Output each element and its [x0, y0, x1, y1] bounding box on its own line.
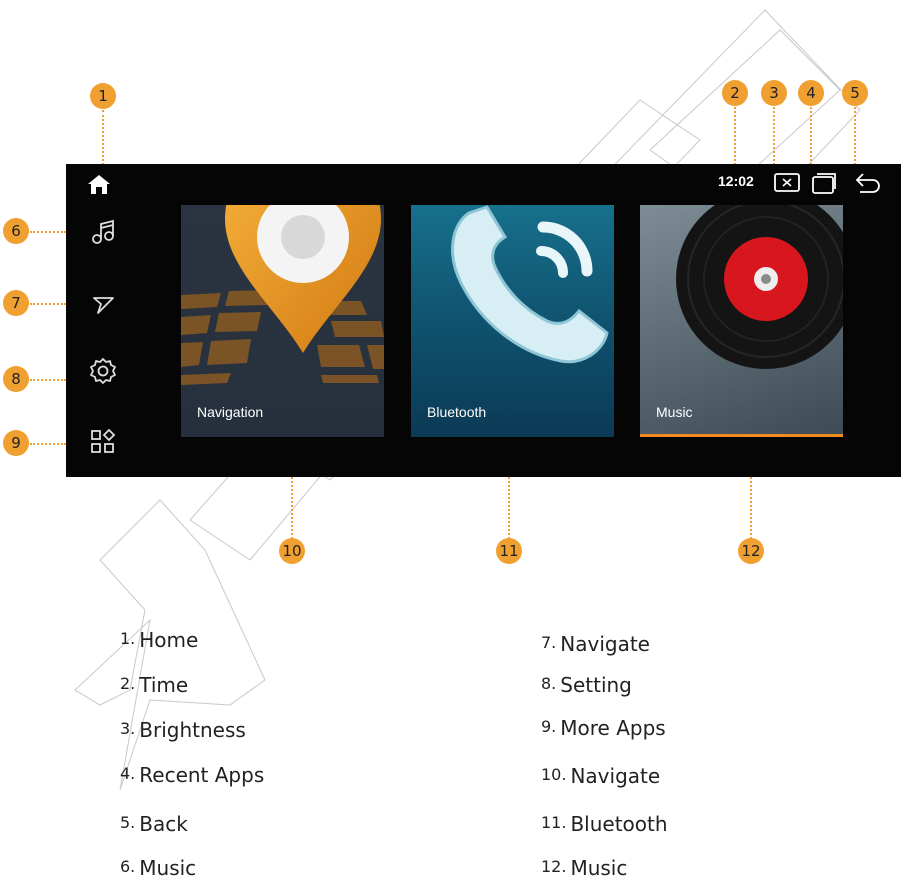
- legend-item-2: 2. Time: [120, 673, 189, 697]
- callout-line-5: [854, 107, 856, 165]
- music-card[interactable]: Music: [640, 205, 843, 437]
- back-button[interactable]: [854, 171, 882, 199]
- callout-line-6: [30, 231, 66, 233]
- legend-item-12: 12. Music: [541, 856, 628, 880]
- gear-icon: [90, 358, 116, 384]
- callout-line-12: [750, 477, 752, 539]
- legend-item-3: 3. Brightness: [120, 718, 246, 742]
- brightness-icon: [774, 173, 800, 192]
- callout-badge-6: 6: [3, 218, 29, 244]
- callout-badge-10: 10: [279, 538, 305, 564]
- callout-line-9: [30, 443, 66, 445]
- callout-line-3: [773, 107, 775, 165]
- back-arrow-icon: [855, 173, 880, 193]
- legend-item-6: 6. Music: [120, 856, 197, 880]
- legend-item-1: 1. Home: [120, 628, 199, 652]
- legend-item-9: 9. More Apps: [541, 716, 666, 740]
- callout-badge-5: 5: [842, 80, 868, 106]
- vinyl-record-illustration: [676, 205, 843, 369]
- navigation-card[interactable]: Navigation: [181, 205, 384, 437]
- more-apps-button[interactable]: [88, 427, 118, 457]
- callout-badge-3: 3: [761, 80, 787, 106]
- legend-item-4: 4. Recent Apps: [120, 763, 265, 787]
- music-card-label: Music: [656, 404, 693, 420]
- home-icon: [88, 175, 110, 194]
- home-button[interactable]: [84, 169, 114, 199]
- callout-badge-9: 9: [3, 430, 29, 456]
- music-button[interactable]: [88, 217, 118, 247]
- callout-badge-11: 11: [496, 538, 522, 564]
- recent-apps-button[interactable]: [811, 172, 837, 198]
- clock-time: 12:02: [718, 173, 754, 189]
- callout-line-10: [291, 477, 293, 539]
- head-unit-screen: 12:02 Navigation Bluetooth Music: [66, 164, 901, 477]
- callout-badge-2: 2: [722, 80, 748, 106]
- callout-line-1: [102, 110, 104, 165]
- bluetooth-card-label: Bluetooth: [427, 404, 487, 420]
- navigation-arrow-icon: [93, 297, 114, 314]
- phone-handset-illustration: [451, 205, 609, 364]
- bluetooth-card[interactable]: Bluetooth: [411, 205, 614, 437]
- legend-item-11: 11. Bluetooth: [541, 812, 668, 836]
- callout-badge-8: 8: [3, 366, 29, 392]
- callout-line-2: [734, 107, 736, 165]
- navigate-button[interactable]: [88, 289, 118, 319]
- callout-badge-7: 7: [3, 290, 29, 316]
- callout-line-11: [508, 477, 510, 539]
- callout-badge-4: 4: [798, 80, 824, 106]
- legend-item-5: 5. Back: [120, 812, 188, 836]
- callout-badge-1: 1: [90, 83, 116, 109]
- callout-line-7: [30, 303, 66, 305]
- callout-line-4: [810, 107, 812, 165]
- legend-item-10: 10. Navigate: [541, 764, 661, 788]
- navigation-card-label: Navigation: [197, 404, 264, 420]
- callout-line-8: [30, 379, 66, 381]
- legend-item-7: 7. Navigate: [541, 632, 650, 656]
- apps-grid-icon: [91, 429, 116, 453]
- music-note-icon: [92, 219, 114, 244]
- map-pin-illustration: [181, 205, 384, 385]
- settings-button[interactable]: [88, 356, 118, 386]
- legend-item-8: 8. Setting: [541, 673, 632, 697]
- brightness-button[interactable]: [774, 173, 800, 197]
- callout-badge-12: 12: [738, 538, 764, 564]
- recent-apps-icon: [812, 173, 836, 194]
